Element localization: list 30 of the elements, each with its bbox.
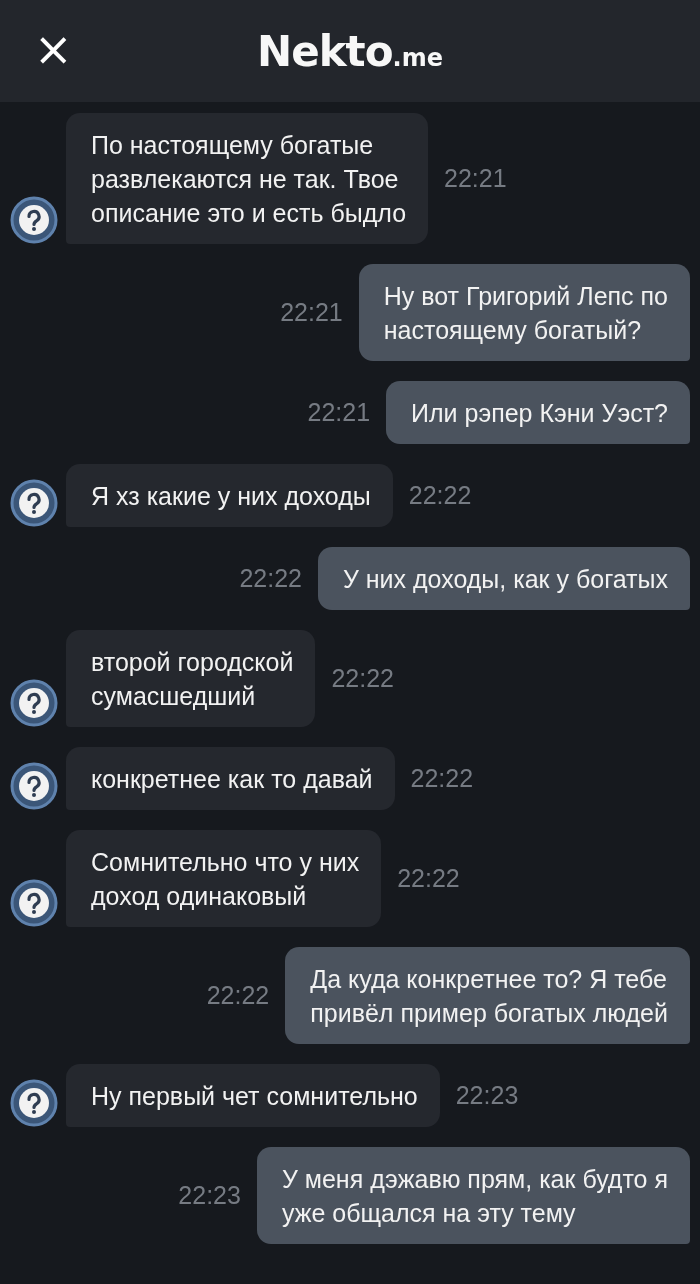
message-bubble: Сомнительно что у них доход одинаковый [66,830,382,927]
message-time: 22:21 [444,164,507,193]
message-time: 22:22 [331,664,394,693]
message-time: 22:22 [410,764,474,793]
message-time: 22:21 [280,298,343,327]
message-time: 22:21 [307,398,371,427]
question-avatar-icon [10,1079,58,1127]
message-time: 22:22 [206,981,270,1010]
message-bubble: Да куда конкретнее то? Я тебе привёл пример богатых людей [285,947,690,1044]
message-bubble: Или рэпер Кэни Уэст? [386,381,690,444]
question-avatar-icon [10,879,58,927]
message-time: 22:22 [239,564,302,593]
message-bubble: конкретнее как то давай [66,747,395,810]
message-time: 22:23 [178,1181,241,1210]
message-time: 22:23 [455,1081,519,1110]
message-bubble: По настоящему богатые развлекаются не так. Твое описание это и есть быдло [66,113,429,244]
message-bubble: У них доходы, как у богатых [317,547,690,610]
question-avatar-icon [10,679,58,727]
message-bubble: Ну первый чет сомнительно [66,1064,440,1127]
close-button[interactable]: × [30,26,77,72]
message-time: 22:22 [397,864,460,893]
logo: Nekto.me [257,26,443,76]
question-avatar-icon [10,479,58,527]
message-bubble: Я хз какие у них доходы [66,464,393,527]
message-time: 22:22 [408,481,472,510]
message-bubble: второй городской сумасшедший [66,630,316,727]
message-bubble: У меня дэжавю прям, как будто я уже общался на эту тему [256,1147,690,1244]
message-bubble: Ну вот Григорий Лепс по настоящему богатый? [358,264,690,361]
question-avatar-icon [10,762,58,810]
question-avatar-icon [10,196,58,244]
